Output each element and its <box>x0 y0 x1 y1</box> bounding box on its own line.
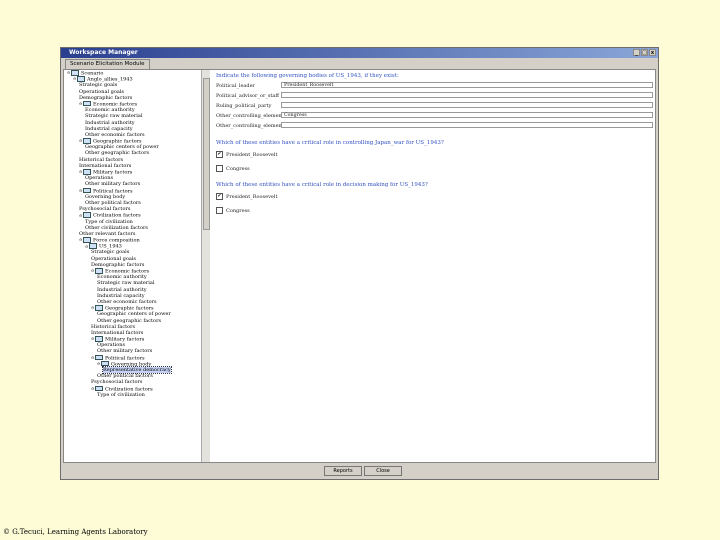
tree-node-label: Economic authority <box>97 274 147 281</box>
folder-icon <box>95 305 103 311</box>
folder-icon <box>83 237 91 243</box>
ruling-party-input[interactable] <box>281 102 653 108</box>
reports-button[interactable]: Reports <box>324 466 362 476</box>
tree-node[interactable]: Type of civilization <box>64 392 201 398</box>
critical-role-question-1: Which of these entities have a critical … <box>216 140 444 146</box>
folder-icon <box>95 268 103 274</box>
tree-node-label: Governing body <box>85 193 126 200</box>
checkbox[interactable]: ✔ <box>216 151 223 158</box>
folder-icon <box>77 76 85 82</box>
folder-icon <box>71 70 79 76</box>
checkbox[interactable] <box>216 207 223 214</box>
q1-option-congress[interactable]: Congress <box>216 165 250 172</box>
governing-bodies-prompt: Indicate the following governing bodies … <box>216 73 399 79</box>
field-label-ruling-party: Ruling_political_party <box>216 103 272 109</box>
minimize-button[interactable]: _ <box>633 49 640 56</box>
tree-node-label: Geographic centers of power <box>97 311 171 318</box>
folder-icon <box>83 187 91 194</box>
tree-node-label: Type of civilization <box>85 218 133 225</box>
tree-node-label: Type of civilization <box>97 391 145 398</box>
main-panel: ⊖ Scenario ⊖ Anglo_allies_1943 Strategic goa… <box>63 69 656 463</box>
checkbox[interactable]: ✔ <box>216 193 223 200</box>
folder-icon <box>83 212 91 218</box>
form-panel: Indicate the following governing bodies … <box>212 70 655 462</box>
copyright-footer: © G.Tecuci, Learning Agents Laboratory <box>3 528 148 536</box>
tree-node-label: Other relevant factors <box>79 230 136 237</box>
tree-node-label: International factors <box>91 329 144 336</box>
tree-node-label: Industrial capacity <box>85 125 133 132</box>
tree-node-label: Other military factors <box>85 181 141 188</box>
other-element-1-input[interactable]: Congress <box>281 112 653 118</box>
tree-node-label: Other geographic factors <box>85 150 150 157</box>
folder-icon <box>101 360 109 367</box>
folder-icon <box>83 169 91 175</box>
field-label-political-advisor: Political_advisor_or_staff <box>216 93 279 99</box>
scrollbar-thumb[interactable] <box>203 78 210 230</box>
tree-node-label: Operations <box>97 342 126 349</box>
tree-node-label: Operations <box>85 175 114 182</box>
tree-node-label: Demographic factors <box>91 261 145 268</box>
option-label: President_Roosevelt <box>226 151 278 158</box>
tree-node-label: Other political factors <box>97 373 153 380</box>
tree-node-label: Other civilization factors <box>85 224 148 231</box>
option-label: Congress <box>226 207 250 214</box>
q1-option-roosevelt[interactable]: ✔ President_Roosevelt <box>216 151 277 158</box>
tree-node-label: Psychosocial factors <box>79 206 131 213</box>
folder-icon <box>95 354 103 361</box>
field-label-political-leader: Political_leader <box>216 83 255 89</box>
q2-option-roosevelt[interactable]: ✔ President_Roosevelt <box>216 193 277 200</box>
folder-icon <box>89 243 97 249</box>
tree-node-label: Strategic raw material <box>85 113 143 120</box>
tree-node-label: Psychosocial factors <box>91 379 143 386</box>
tree-node-label: Demographic factors <box>79 94 133 101</box>
maximize-button[interactable]: □ <box>641 49 648 56</box>
tree-node-label: Operational goals <box>91 255 136 262</box>
title-bar: Workspace Manager _ □ x <box>61 48 658 58</box>
q2-option-congress[interactable]: Congress <box>216 207 250 214</box>
tree-node-label: Industrial authority <box>85 119 135 126</box>
tree-node-label: Operational goals <box>79 88 124 95</box>
workspace-manager-window: Workspace Manager _ □ x Scenario Elicita… <box>60 47 659 480</box>
close-button[interactable]: Close <box>364 466 402 476</box>
tree-node-label: International factors <box>79 162 132 169</box>
tree-node-label: Strategic raw material <box>97 280 155 287</box>
tree-node-label: Other political factors <box>85 199 141 206</box>
folder-icon <box>95 385 103 392</box>
field-label-other-element-2: Other_controlling_element <box>216 123 284 129</box>
tree-node-label: Industrial authority <box>97 286 147 293</box>
button-bar: Reports Close <box>61 463 658 479</box>
tree-node-label: Representative democracy <box>102 366 172 374</box>
tree-node-label: Other economic factors <box>85 131 145 138</box>
field-label-other-element-1: Other_controlling_element <box>216 113 284 119</box>
tree-node-label: Historical factors <box>79 156 124 163</box>
folder-icon <box>83 138 91 144</box>
option-label: Congress <box>226 165 250 172</box>
tree-node-label: Historical factors <box>91 323 136 330</box>
checkbox[interactable] <box>216 165 223 172</box>
close-window-button[interactable]: x <box>649 49 656 56</box>
tab-scenario-elicitation[interactable]: Scenario Elicitation Module <box>65 59 150 69</box>
tree-node-label: Other economic factors <box>97 298 157 305</box>
political-advisor-input[interactable] <box>281 92 653 98</box>
option-label: President_Roosevelt <box>226 193 278 200</box>
tree-node-label: Industrial capacity <box>97 292 145 299</box>
tree-node-label: Economic authority <box>85 107 135 114</box>
tree-node-label: Strategic goals <box>91 249 130 256</box>
folder-icon <box>83 100 91 107</box>
folder-icon <box>95 336 103 342</box>
political-leader-input[interactable]: President_Roosevelt <box>281 82 653 88</box>
other-element-2-input[interactable] <box>281 122 653 128</box>
tree-scrollbar[interactable] <box>201 70 210 462</box>
critical-role-question-2: Which of these entities have a critical … <box>216 182 428 188</box>
tree-node-label: Geographic centers of power <box>85 144 159 151</box>
tree-node-label: Other geographic factors <box>97 317 162 324</box>
tree-node-label: Strategic goals <box>79 82 118 89</box>
window-title: Workspace Manager <box>69 49 138 56</box>
scenario-tree: ⊖ Scenario ⊖ Anglo_allies_1943 Strategic goa… <box>64 70 201 462</box>
tree-node-label: Other military factors <box>97 348 153 355</box>
